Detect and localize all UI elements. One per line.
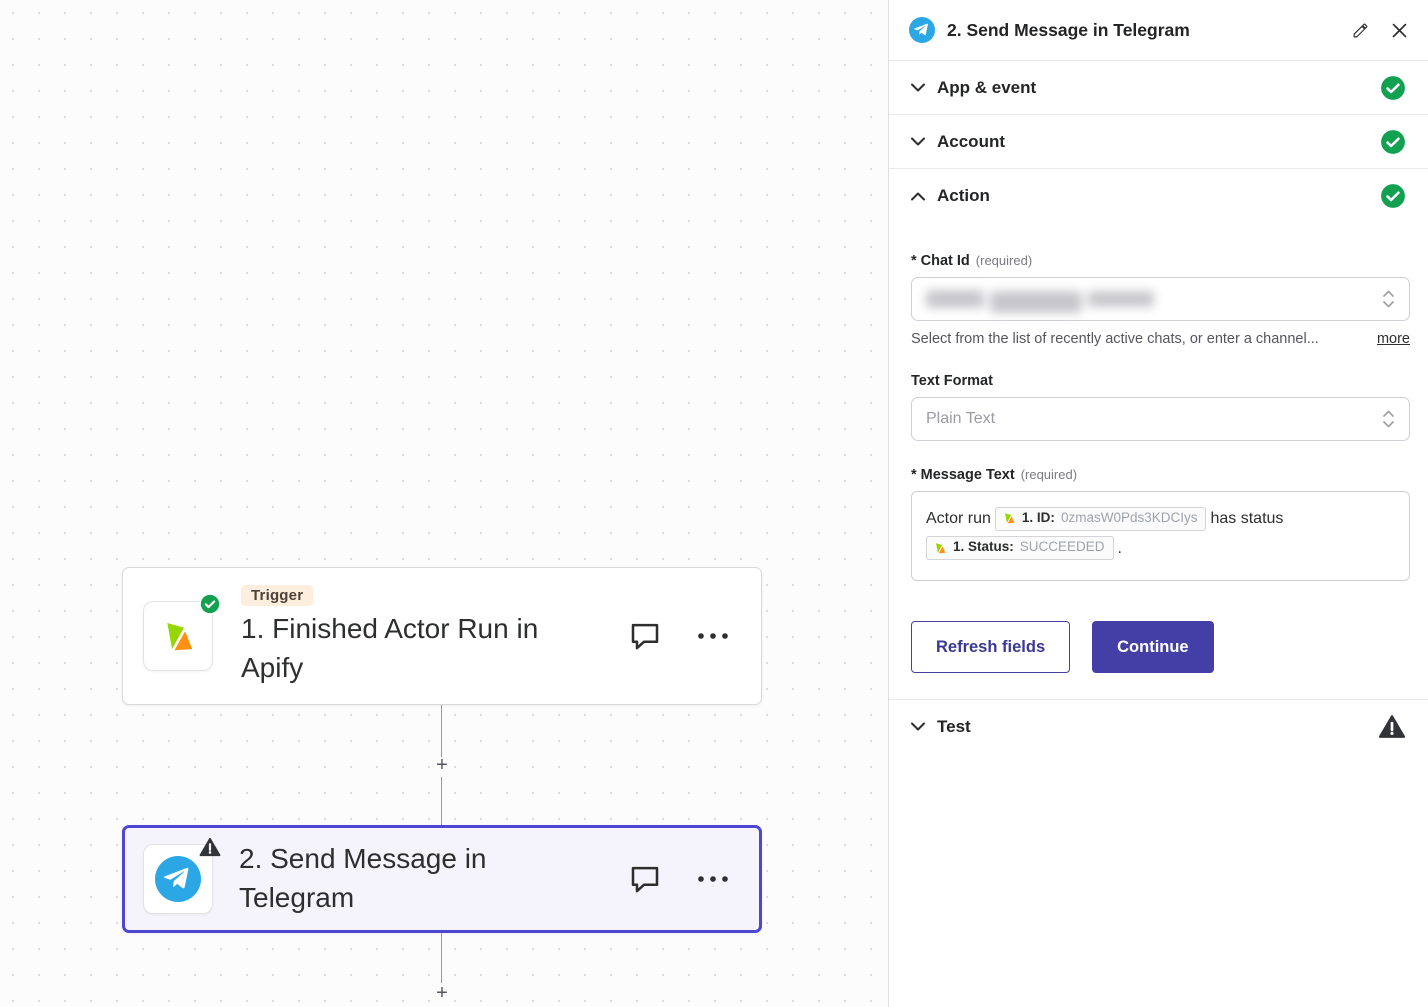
panel-header: 2. Send Message in Telegram [889,0,1428,61]
workflow-canvas[interactable]: + + Trigger 1. Finished Actor Run in Api… [0,0,888,1007]
section-test[interactable]: Test [889,699,1428,753]
up-down-chevrons-icon [1382,289,1395,309]
continue-button[interactable]: Continue [1092,621,1214,673]
message-text-label-text: Message Text [921,467,1015,483]
field-pill-status[interactable]: 1. Status: SUCCEEDED [926,536,1114,560]
connector-line [441,777,442,825]
section-label: Test [937,717,971,737]
apify-logo [159,617,197,655]
success-check-icon [1380,75,1406,101]
ellipsis-menu-icon[interactable] [697,632,729,640]
trigger-badge: Trigger [241,585,313,606]
edit-pencil-icon[interactable] [1352,22,1369,39]
success-check-badge [199,593,221,615]
telegram-app-icon-box [143,844,213,914]
up-down-chevrons-icon [1382,409,1395,429]
section-label: App & event [937,78,1036,98]
comment-bubble-icon[interactable] [629,621,661,651]
success-check-icon [1380,129,1406,155]
required-note: (required) [1021,467,1077,482]
chat-id-label: *Chat Id (required) [911,253,1410,269]
step1-title: 1. Finished Actor Run in Apify [241,610,586,687]
required-star: * [911,467,917,483]
chevron-down-icon [911,722,925,731]
refresh-fields-button[interactable]: Refresh fields [911,621,1070,673]
chevron-up-icon [911,192,925,201]
pill-label: 1. ID: [1022,509,1055,528]
section-account[interactable]: Account [889,115,1428,169]
text-format-label: Text Format [911,373,1410,389]
connector-line [441,705,442,757]
warning-badge [199,836,221,858]
message-text-segment: has status [1210,510,1283,527]
add-step-button[interactable]: + [432,983,452,1003]
telegram-logo [909,17,935,43]
close-icon[interactable] [1391,22,1408,39]
comment-bubble-icon[interactable] [629,864,661,894]
pill-value: 0zmasW0Pds3KDCIys [1061,509,1198,528]
redacted-value [926,285,1154,313]
required-star: * [911,253,917,269]
telegram-logo [155,856,201,902]
connector-line [441,933,442,983]
chat-id-helper-text: Select from the list of recently active … [911,331,1319,347]
apify-app-icon-box [143,601,213,671]
section-label: Action [937,186,990,206]
text-format-select[interactable]: Plain Text [911,397,1410,441]
chat-id-select[interactable] [911,277,1410,321]
action-form: *Chat Id(required) Select from the list … [889,223,1428,673]
step2-title: 2. Send Message in Telegram [239,840,584,917]
section-action[interactable]: Action [889,169,1428,223]
success-check-icon [1380,183,1406,209]
more-link[interactable]: more [1367,331,1410,347]
message-text-label: *Message Text (required) [911,467,1410,483]
apify-logo [1002,511,1016,525]
warning-triangle-icon [1378,714,1406,739]
required-note: (required) [976,253,1032,268]
field-pill-id[interactable]: 1. ID: 0zmasW0Pds3KDCIys [995,507,1207,531]
step-card-trigger[interactable]: Trigger 1. Finished Actor Run in Apify [122,567,762,705]
panel-title: 2. Send Message in Telegram [947,20,1190,41]
text-format-label-text: Text Format [911,373,993,389]
apify-logo [933,541,947,555]
pill-label: 1. Status: [953,538,1014,557]
text-format-value: Plain Text [926,410,995,428]
chevron-down-icon [911,83,925,92]
message-text-input[interactable]: Actor run 1. ID: 0zmasW0Pds3KDCIys has stat… [911,491,1410,581]
message-text-segment: Actor run [926,510,991,527]
message-text-segment: . [1118,540,1122,557]
chat-id-label-text: Chat Id [921,253,970,269]
ellipsis-menu-icon[interactable] [697,875,729,883]
pill-value: SUCCEEDED [1020,538,1105,557]
add-step-button[interactable]: + [432,755,452,775]
step-card-action-selected[interactable]: 2. Send Message in Telegram [122,825,762,933]
step-settings-panel: 2. Send Message in Telegram App & event [888,0,1428,1007]
chevron-down-icon [911,137,925,146]
section-label: Account [937,132,1005,152]
section-app-event[interactable]: App & event [889,61,1428,115]
